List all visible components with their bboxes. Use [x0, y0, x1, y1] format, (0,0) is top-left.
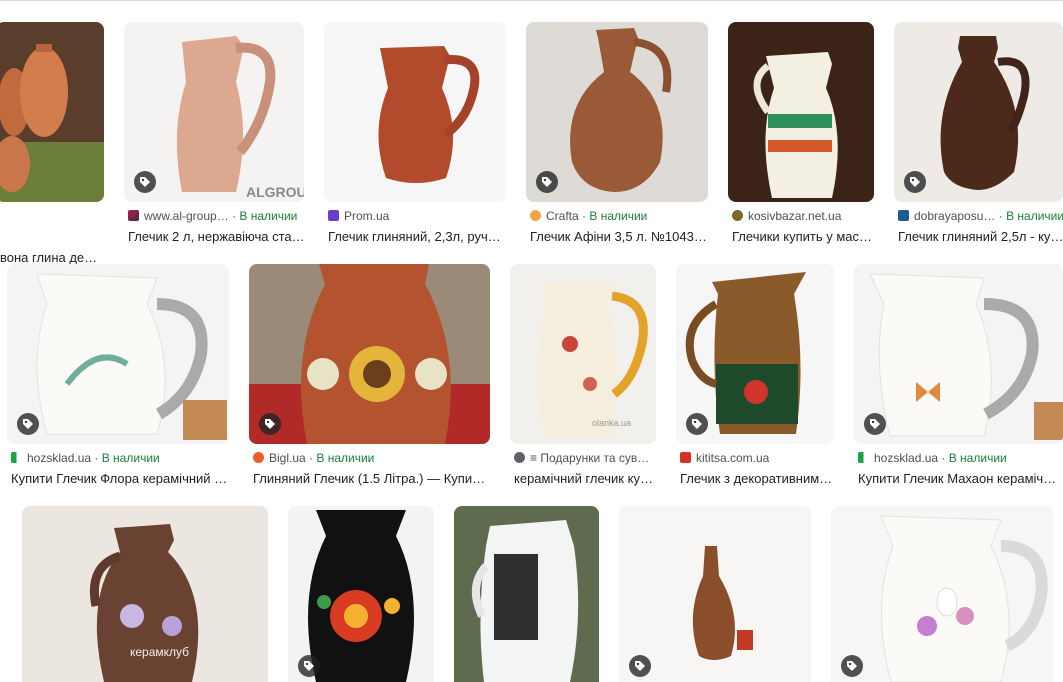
result-title[interactable]: Глечик з декоративним … [680, 470, 834, 487]
image-result-card[interactable]: hozsklad.ua · В наличии Купити Глечик Ма… [854, 264, 1063, 489]
result-source[interactable]: Prom.ua [328, 208, 506, 224]
result-thumbnail[interactable] [831, 506, 1053, 682]
result-source[interactable]: Crafta · В наличии [530, 208, 708, 224]
result-thumbnail[interactable] [526, 22, 708, 202]
result-title[interactable]: Глечик глиняний, 2,3л, ручна… [328, 228, 506, 245]
result-title[interactable]: Глечик 2 л, нержавіюча ста… [128, 228, 306, 245]
floral-ceramic-jug-image: olanka.ua [510, 264, 656, 444]
result-thumbnail[interactable] [454, 506, 599, 682]
shopping-tag-icon[interactable] [904, 171, 926, 193]
big-white-jug-image [454, 506, 599, 682]
painted-jug-image [728, 22, 874, 202]
image-result-card[interactable]: Prom.ua Глечик глиняний, 2,3л, ручна… [324, 22, 506, 247]
result-source[interactable]: Bigl.ua · В наличии [253, 450, 490, 466]
clay-vases-image [0, 22, 104, 202]
result-thumbnail[interactable]: olanka.ua [510, 264, 656, 444]
small-clay-bottle-image [619, 506, 811, 682]
result-thumbnail[interactable] [676, 264, 834, 444]
crafta-favicon [530, 210, 541, 221]
result-thumbnail[interactable] [728, 22, 874, 202]
image-result-card[interactable]: ALGROUP www.al-group… · В наличии Глечик… [124, 22, 306, 247]
result-thumbnail[interactable]: ALGROUP [124, 22, 304, 202]
hozsklad-favicon [11, 452, 22, 463]
shopping-tag-icon[interactable] [864, 413, 886, 435]
image-result-card[interactable]: kititsa.com.ua Глечик з декоративним … [676, 264, 834, 489]
shopping-tag-icon[interactable] [686, 413, 708, 435]
result-source[interactable]: ≡ Подарунки та сув… [514, 450, 656, 466]
image-result-card[interactable] [454, 506, 599, 682]
shopping-tag-icon[interactable] [629, 655, 651, 677]
result-title[interactable]: Глечик Афіни 3,5 л. №10435… [530, 228, 708, 245]
result-thumbnail[interactable]: керамклуб [22, 506, 268, 682]
image-result-card[interactable]: kosivbazar.net.ua Глечики купить у маст… [728, 22, 874, 247]
image-result-card[interactable]: Crafta · В наличии Глечик Афіни 3,5 л. №… [526, 22, 708, 247]
result-source[interactable]: www.al-group… · В наличии [128, 208, 306, 224]
result-thumbnail[interactable] [324, 22, 506, 202]
sunflower-jug-image [249, 264, 490, 444]
shopping-tag-icon[interactable] [841, 655, 863, 677]
result-thumbnail[interactable] [7, 264, 229, 444]
butterfly-jug-image [854, 264, 1063, 444]
result-source[interactable]: kosivbazar.net.ua [732, 208, 874, 224]
shopping-tag-icon[interactable] [17, 413, 39, 435]
al-group-favicon [128, 210, 139, 221]
dobraya-favicon [898, 210, 909, 221]
result-source[interactable]: hozsklad.ua · В наличии [858, 450, 1063, 466]
result-title[interactable]: керамічний глечик ку… [514, 470, 656, 487]
result-title[interactable]: Глечики купить у маст… [732, 228, 874, 245]
kosivbazar-favicon [732, 210, 743, 221]
result-thumbnail[interactable] [619, 506, 811, 682]
shopping-tag-icon[interactable] [259, 413, 281, 435]
image-result-card[interactable]: вона глина дек… [0, 22, 105, 265]
image-result-card[interactable]: керамклуб [22, 506, 268, 682]
shopping-tag-icon[interactable] [134, 171, 156, 193]
image-result-card[interactable]: Bigl.ua · В наличии Глиняний Глечик (1.5… [249, 264, 490, 489]
watermark: керамклуб [130, 645, 189, 659]
result-title[interactable]: Купити Глечик Флора керамічний 1… [11, 470, 229, 487]
flora-jug-image [7, 264, 229, 444]
kititsa-favicon [680, 452, 691, 463]
watermark: olanka.ua [592, 418, 631, 428]
result-thumbnail[interactable] [894, 22, 1063, 202]
image-result-card[interactable]: dobrayaposu… · В наличии Глечик глиняний… [894, 22, 1063, 247]
result-source[interactable]: hozsklad.ua · В наличии [11, 450, 229, 466]
result-source[interactable]: kititsa.com.ua [680, 450, 834, 466]
image-result-card[interactable] [619, 506, 811, 682]
image-result-card[interactable] [288, 506, 434, 682]
result-title[interactable]: Глиняний Глечик (1.5 Літра.) — Купить … [253, 470, 490, 487]
top-divider [0, 0, 1063, 1]
shopping-tag-icon[interactable] [298, 655, 320, 677]
shopping-tag-icon[interactable] [536, 171, 558, 193]
result-title[interactable]: Глечик глиняний 2,5л - купи… [898, 228, 1063, 245]
watermark: ALGROUP [246, 184, 304, 200]
image-result-card[interactable] [831, 506, 1053, 682]
bunny-jug-image [831, 506, 1053, 682]
result-thumbnail[interactable] [288, 506, 434, 682]
result-title[interactable]: Купити Глечик Махаон керамічний… [858, 470, 1063, 487]
brown-jug-image: керамклуб [22, 506, 268, 682]
image-result-card[interactable]: olanka.ua ≡ Подарунки та сув… керамічний… [510, 264, 656, 489]
bigl-favicon [253, 452, 264, 463]
result-thumbnail[interactable] [249, 264, 490, 444]
globe-icon [514, 452, 525, 463]
hozsklad-favicon [858, 452, 869, 463]
result-thumbnail[interactable] [854, 264, 1063, 444]
result-source[interactable]: dobrayaposu… · В наличии [898, 208, 1063, 224]
prom-favicon [328, 210, 339, 221]
result-thumbnail[interactable] [0, 22, 104, 202]
terracotta-jug-image [324, 22, 506, 202]
image-result-card[interactable]: hozsklad.ua · В наличии Купити Глечик Фл… [7, 264, 229, 489]
